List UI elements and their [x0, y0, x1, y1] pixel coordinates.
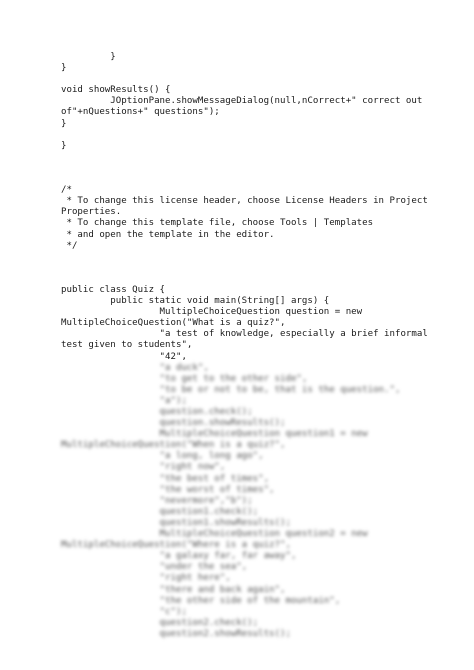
code-line: "right now", [61, 462, 226, 473]
code-line: "to be or not to be, that is the questio… [61, 384, 401, 395]
code-line: "nevermore","b"); [61, 495, 253, 506]
code-listing: }} void showResults() { JOptionPane.showM… [61, 52, 428, 640]
code-line: void showResults() { [61, 85, 171, 96]
code-line: /* [61, 185, 72, 196]
code-line: "there and back again", [61, 584, 286, 595]
document-page: }} void showResults() { JOptionPane.showM… [0, 0, 474, 670]
code-line: question1.check(); [61, 506, 259, 517]
code-line: question1.showResults(); [61, 517, 291, 528]
code-line: * To change this license header, choose … [61, 196, 428, 207]
code-line: "the worst of times", [61, 484, 275, 495]
code-line: MultipleChoiceQuestion question = new [61, 307, 363, 318]
code-line: "a long, long ago", [61, 451, 264, 462]
code-line: "42", [61, 351, 187, 362]
code-line: "right here", [61, 573, 231, 584]
code-line: public static void main(String[] args) { [61, 296, 330, 307]
code-line: test given to students", [61, 340, 193, 351]
code-line: question2.showResults(); [61, 628, 291, 639]
code-line: of"+nQuestions+" questions"); [61, 107, 220, 118]
code-line: MultipleChoiceQuestion question1 = new [61, 429, 368, 440]
code-line: "under the sea", [61, 562, 248, 573]
code-line: question.showResults(); [61, 418, 286, 429]
code-line: } [61, 118, 67, 129]
code-line: MultipleChoiceQuestion("Where is a quiz?… [61, 540, 291, 551]
code-line: "the other side of the mountain", [61, 595, 341, 606]
code-line: Properties. [61, 207, 122, 218]
code-line: "a galaxy far, far away", [61, 551, 297, 562]
code-line: "a"); [61, 395, 187, 406]
code-line: public class Quiz { [61, 284, 166, 295]
code-line: MultipleChoiceQuestion("What is a quiz?"… [61, 318, 286, 329]
code-line: question.check(); [61, 407, 253, 417]
code-line: */ [61, 240, 78, 251]
code-line: * and open the template in the editor. [61, 229, 275, 240]
code-line: } [61, 52, 116, 62]
code-line: "the best of times", [61, 473, 270, 484]
code-line: MultipleChoiceQuestion("When is a quiz?"… [61, 440, 286, 451]
code-line: } [61, 140, 67, 151]
code-line: "a test of knowledge, especially a brief… [61, 329, 428, 340]
code-line: "a duck", [61, 362, 209, 373]
code-line: question2.check(); [61, 617, 259, 628]
code-line: "c"); [61, 606, 187, 617]
code-line: } [61, 63, 67, 74]
code-line: * To change this template file, choose T… [61, 218, 374, 229]
code-line: JOptionPane.showMessageDialog(null,nCorr… [61, 96, 423, 107]
code-line: MultipleChoiceQuestion question2 = new [61, 529, 368, 540]
code-line: "to get to the other side", [61, 373, 308, 384]
